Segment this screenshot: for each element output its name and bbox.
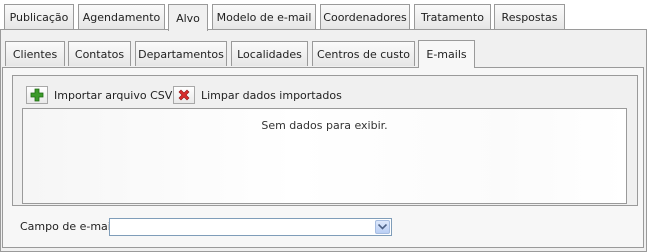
clear-imported-label: Limpar dados importados: [201, 88, 342, 102]
subtab-departamentos[interactable]: Departamentos: [135, 41, 227, 66]
tab-alvo[interactable]: Alvo: [168, 4, 208, 31]
import-csv-button[interactable]: Importar arquivo CSV: [26, 86, 172, 104]
clear-imported-button[interactable]: Limpar dados importados: [173, 86, 342, 104]
tab-agendamento[interactable]: Agendamento: [78, 4, 165, 29]
grid-empty-message: Sem dados para exibir.: [261, 119, 388, 132]
tab-respostas[interactable]: Respostas: [494, 4, 565, 29]
subtab-emails[interactable]: E-mails: [418, 40, 475, 68]
tab-modelo-de-email[interactable]: Modelo de e-mail: [212, 4, 316, 29]
subtab-localidades[interactable]: Localidades: [231, 41, 308, 66]
tab-coordenadores[interactable]: Coordenadores: [320, 4, 410, 29]
imported-data-grid[interactable]: Sem dados para exibir.: [22, 108, 627, 204]
tab-tratamento[interactable]: Tratamento: [414, 4, 491, 29]
subtab-contatos[interactable]: Contatos: [68, 41, 131, 66]
close-icon: [173, 86, 195, 104]
import-csv-label: Importar arquivo CSV: [54, 88, 173, 102]
tab-publicacao[interactable]: Publicação: [4, 4, 74, 29]
chevron-down-icon[interactable]: [375, 220, 390, 234]
subtab-centros-de-custo[interactable]: Centros de custo: [312, 41, 415, 66]
subtab-clientes[interactable]: Clientes: [5, 41, 65, 66]
email-field-label: Campo de e-mail: [20, 220, 114, 233]
email-field-select[interactable]: [109, 218, 392, 236]
plus-icon: [26, 86, 48, 104]
